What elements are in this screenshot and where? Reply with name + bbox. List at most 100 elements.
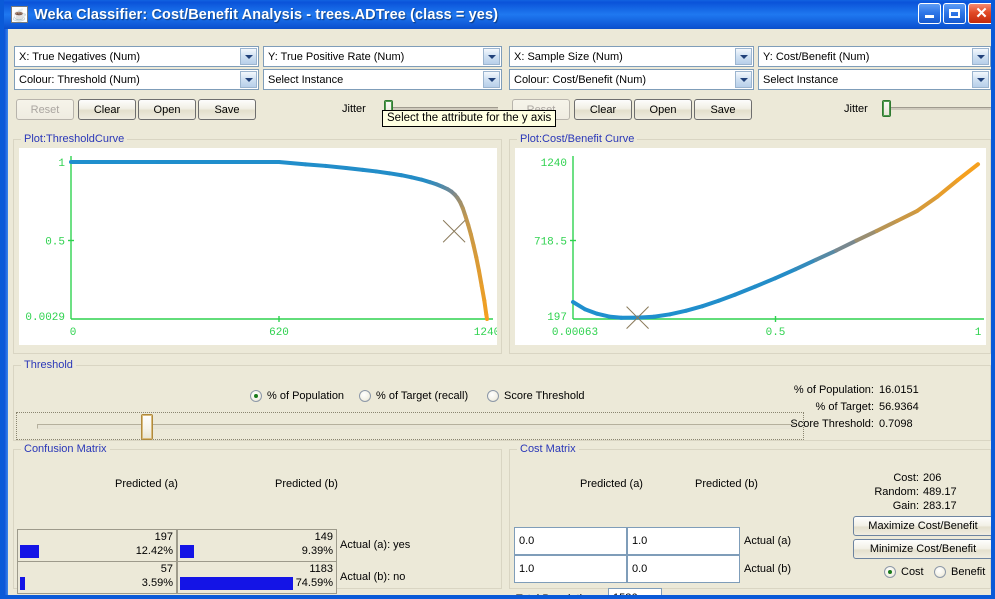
confusion-cell-percent: 3.59% — [141, 577, 173, 589]
confusion-cell-bar — [20, 545, 39, 558]
left-y-axis-label: Y: True Positive Rate (Num) — [268, 50, 405, 63]
window-title: Weka Classifier: Cost/Benefit Analysis -… — [34, 6, 499, 23]
radio-label: Score Threshold — [504, 390, 585, 402]
random-label: Random: — [874, 486, 919, 498]
plot-costbenefit-curve-title: Plot:Cost/Benefit Curve — [517, 133, 638, 145]
radio-benefit[interactable]: Benefit — [934, 566, 985, 578]
chevron-down-icon[interactable] — [483, 48, 500, 65]
stat-score-threshold-value: 0.7098 — [879, 418, 913, 430]
client-area: X: True Negatives (Num) Y: True Positive… — [4, 29, 991, 595]
right-x-axis-combo[interactable]: X: Sample Size (Num) — [509, 46, 754, 67]
radio-percent-of-population[interactable]: % of Population — [250, 390, 344, 402]
maximize-cost-benefit-button[interactable]: Maximize Cost/Benefit — [853, 516, 991, 536]
chevron-down-icon[interactable] — [240, 71, 257, 88]
confusion-cell-count: 57 — [160, 563, 173, 575]
left-colour-combo[interactable]: Colour: Threshold (Num) — [14, 69, 259, 90]
confusion-cell-b-b[interactable]: 1183 74.59% — [177, 561, 337, 594]
plot-costbenefit-curve-canvas[interactable]: 1240 718.5 197 0.00063 0.5 1 — [515, 148, 986, 345]
maximize-button[interactable] — [943, 3, 966, 24]
cost-input-a-b[interactable]: 1.0 — [627, 527, 740, 555]
confusion-cell-count: 149 — [314, 531, 333, 543]
left-instance-combo[interactable]: Select Instance — [263, 69, 502, 90]
radio-dot-icon — [934, 566, 946, 578]
cost-row-label-a: Actual (a) — [744, 535, 792, 547]
svg-text:0.5: 0.5 — [766, 327, 786, 339]
plot-threshold-curve-canvas[interactable]: 1 0.5 0.0029 0 620 1240 — [19, 148, 497, 345]
right-clear-button[interactable]: Clear — [574, 99, 632, 120]
right-save-button[interactable]: Save — [694, 99, 752, 120]
right-jitter-thumb[interactable] — [882, 100, 891, 117]
close-button[interactable]: ✕ — [968, 3, 991, 24]
chevron-down-icon[interactable] — [483, 71, 500, 88]
left-clear-button[interactable]: Clear — [78, 99, 136, 120]
stat-percent-of-population-value: 16.0151 — [879, 384, 919, 396]
right-colour-combo[interactable]: Colour: Cost/Benefit (Num) — [509, 69, 754, 90]
confusion-cell-b-a[interactable]: 57 3.59% — [17, 561, 177, 594]
confusion-cell-count: 1183 — [309, 563, 333, 575]
confusion-cell-bar — [20, 577, 26, 590]
left-y-axis-combo[interactable]: Y: True Positive Rate (Num) — [263, 46, 502, 67]
right-instance-combo[interactable]: Select Instance — [758, 69, 991, 90]
cost-input-b-a[interactable]: 1.0 — [514, 555, 627, 583]
minimize-cost-benefit-button[interactable]: Minimize Cost/Benefit — [853, 539, 991, 559]
radio-dot-icon — [359, 390, 371, 402]
left-instance-label: Select Instance — [268, 73, 344, 86]
threshold-slider-thumb[interactable] — [141, 414, 154, 440]
svg-text:1240: 1240 — [541, 158, 567, 170]
left-x-axis-label: X: True Negatives (Num) — [19, 50, 141, 63]
cost-row-label-b: Actual (b) — [744, 563, 792, 575]
chevron-down-icon[interactable] — [735, 48, 752, 65]
chevron-down-icon[interactable] — [972, 71, 989, 88]
confusion-col-header-a: Predicted (a) — [115, 478, 178, 490]
minimize-button[interactable] — [918, 3, 941, 24]
right-jitter-label: Jitter — [844, 103, 868, 115]
right-x-axis-label: X: Sample Size (Num) — [514, 50, 623, 63]
confusion-col-header-b: Predicted (b) — [275, 478, 338, 490]
cost-input-b-b[interactable]: 0.0 — [627, 555, 740, 583]
right-colour-label: Colour: Cost/Benefit (Num) — [514, 73, 647, 86]
confusion-cell-a-b[interactable]: 149 9.39% — [177, 529, 337, 562]
left-x-axis-combo[interactable]: X: True Negatives (Num) — [14, 46, 259, 67]
svg-text:1: 1 — [58, 158, 65, 170]
confusion-cell-bar — [180, 577, 294, 590]
right-instance-label: Select Instance — [763, 73, 839, 86]
total-population-label: Total Population: — [516, 593, 598, 599]
svg-text:0.5: 0.5 — [45, 237, 65, 249]
svg-text:0.0029: 0.0029 — [25, 312, 65, 324]
threshold-group-label: Threshold — [21, 359, 76, 371]
svg-text:718.5: 718.5 — [534, 237, 567, 249]
total-population-input[interactable]: 1586 — [608, 588, 662, 595]
chevron-down-icon[interactable] — [735, 71, 752, 88]
confusion-cell-a-a[interactable]: 197 12.42% — [17, 529, 177, 562]
costbenefit-curve-svg: 1240 718.5 197 0.00063 0.5 1 — [534, 156, 984, 339]
svg-text:1240: 1240 — [474, 327, 497, 339]
confusion-cell-bar — [180, 545, 195, 558]
right-jitter-track[interactable] — [886, 107, 991, 110]
svg-text:1: 1 — [975, 327, 982, 339]
window-left-edge — [4, 29, 8, 595]
stat-percent-of-target-label: % of Target: — [815, 401, 875, 413]
cost-input-a-a[interactable]: 0.0 — [514, 527, 627, 555]
window-controls: ✕ — [918, 3, 991, 24]
left-colour-label: Colour: Threshold (Num) — [19, 73, 140, 86]
cost-col-header-b: Predicted (b) — [695, 478, 758, 490]
cost-label: Cost: — [893, 472, 919, 484]
plot-costbenefit-curve-group: Plot:Cost/Benefit Curve 1240 718.5 197 0.00… — [509, 133, 991, 354]
left-open-button[interactable]: Open — [138, 99, 196, 120]
gain-value: 283.17 — [923, 500, 957, 512]
right-y-axis-combo[interactable]: Y: Cost/Benefit (Num) — [758, 46, 991, 67]
cost-matrix-label: Cost Matrix — [517, 443, 579, 455]
radio-score-threshold[interactable]: Score Threshold — [487, 390, 585, 402]
radio-dot-icon — [884, 566, 896, 578]
radio-percent-of-target[interactable]: % of Target (recall) — [359, 390, 468, 402]
radio-cost[interactable]: Cost — [884, 566, 924, 578]
chevron-down-icon[interactable] — [972, 48, 989, 65]
stat-percent-of-population-label: % of Population: — [793, 384, 874, 396]
svg-text:0: 0 — [70, 327, 77, 339]
left-save-button[interactable]: Save — [198, 99, 256, 120]
right-open-button[interactable]: Open — [634, 99, 692, 120]
tooltip: Select the attribute for the y axis — [382, 110, 557, 127]
chevron-down-icon[interactable] — [240, 48, 257, 65]
left-reset-button[interactable]: Reset — [16, 99, 74, 120]
confusion-cell-percent: 74.59% — [295, 577, 333, 589]
